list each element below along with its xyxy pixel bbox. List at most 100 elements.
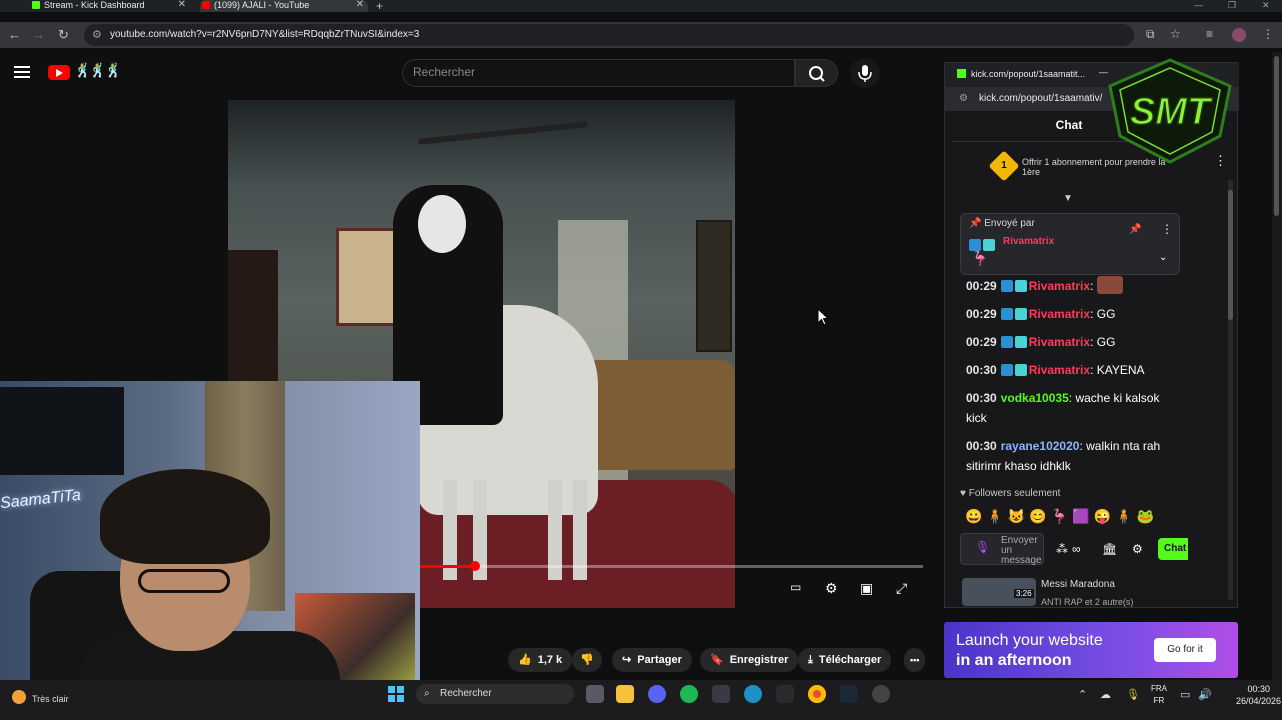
microphone-icon[interactable]: 🎙: [1126, 688, 1140, 701]
share-button[interactable]: ↪ Partager: [612, 648, 692, 672]
media-controls-icon[interactable]: ≡: [1206, 27, 1213, 41]
message-user[interactable]: Rivamatrix: [1029, 335, 1090, 349]
youtube-doodle-icon[interactable]: 🕺🕺🕺: [74, 62, 122, 79]
menu-icon[interactable]: [14, 66, 30, 78]
message-time: 00:29: [966, 279, 997, 293]
taskbar-search[interactable]: ⌕ Rechercher: [416, 684, 574, 704]
collapse-icon[interactable]: ▼: [1063, 193, 1073, 204]
ad-cta-button[interactable]: Go for it: [1154, 638, 1216, 662]
back-icon[interactable]: ←: [8, 27, 21, 42]
sub-gift-badge-icon[interactable]: 1: [988, 150, 1020, 182]
store-icon[interactable]: [712, 685, 730, 703]
tab-youtube[interactable]: (1099) AJALI - YouTube ✕: [200, 0, 368, 12]
new-tab-button[interactable]: +: [376, 0, 383, 13]
reload-icon[interactable]: ↻: [58, 27, 69, 43]
site-info-icon[interactable]: ⚙: [92, 28, 102, 41]
message-user[interactable]: rayane102020: [1001, 439, 1080, 453]
chat-input-placeholder: Envoyer un message: [1001, 535, 1042, 566]
forward-icon[interactable]: →: [32, 27, 45, 42]
more-actions-button[interactable]: •••: [904, 648, 926, 672]
advertisement[interactable]: Launch your website in an afternoon Go f…: [944, 622, 1238, 678]
thumbs-up-icon: 👍: [518, 654, 532, 666]
subtitles-icon[interactable]: ▭: [790, 580, 801, 594]
volume-icon[interactable]: 🔊: [1198, 688, 1212, 701]
kick-favicon-icon: [32, 1, 40, 9]
followers-only-text: Followers seulement: [968, 488, 1061, 499]
weather-text[interactable]: Très clair: [32, 694, 69, 704]
discord-icon[interactable]: [648, 685, 666, 703]
download-button[interactable]: ⤓ Télécharger: [798, 648, 892, 672]
voice-search-button[interactable]: [850, 58, 880, 88]
network-icon[interactable]: ▭: [1180, 688, 1190, 701]
weather-icon[interactable]: [12, 690, 26, 704]
tab-close-icon[interactable]: ✕: [178, 0, 186, 10]
tab-close-icon[interactable]: ✕: [356, 0, 364, 10]
language-indicator[interactable]: FRA FR: [1150, 683, 1168, 707]
tab-kick-dashboard[interactable]: Stream - Kick Dashboard ✕: [30, 0, 190, 12]
save-button[interactable]: 🔖 Enregistrer: [700, 648, 799, 672]
edge-icon[interactable]: [744, 685, 762, 703]
like-button[interactable]: 👍 1,7 k: [508, 648, 573, 672]
related-title[interactable]: Messi Maradona: [1041, 579, 1115, 590]
taskbar-search-label: Rechercher: [440, 688, 492, 699]
chat-input[interactable]: 🎙 Envoyer un message: [960, 533, 1044, 566]
search-input[interactable]: [413, 65, 783, 79]
bookmark-star-icon[interactable]: ☆: [1170, 27, 1181, 41]
maximize-icon[interactable]: ❐: [1228, 0, 1236, 11]
pinned-message[interactable]: 📌 Envoyé par Rivamatrix 🦩 📌 ⋮ ⌄: [960, 213, 1180, 275]
store-icon[interactable]: 🏛: [1102, 542, 1117, 556]
steam-icon[interactable]: [840, 685, 858, 703]
bookmark-icon: 🔖: [710, 654, 724, 666]
taskbar-clock[interactable]: 00:30 26/04/2026: [1236, 683, 1281, 707]
minimize-icon[interactable]: —: [1194, 0, 1203, 10]
page-scrollbar[interactable]: [1272, 52, 1282, 680]
microphone-icon[interactable]: 🎙: [975, 541, 990, 553]
chat-message: 00:30 rayane102020: walkin nta rah sitiri…: [966, 439, 1161, 473]
cast-icon[interactable]: ⧉: [1146, 27, 1155, 42]
site-info-icon[interactable]: ⚙: [959, 93, 968, 104]
message-user[interactable]: Rivamatrix: [1029, 307, 1090, 321]
settings-gear-icon[interactable]: ⚙: [825, 580, 838, 597]
settings-gear-icon[interactable]: ⚙: [1132, 542, 1143, 556]
dislike-button[interactable]: 👎: [572, 648, 602, 672]
emote-bar[interactable]: 😀🧍😺😊🦩🟪😜🧍🐸: [965, 508, 1158, 525]
infinity-icon[interactable]: ∞: [1072, 542, 1081, 556]
message-user[interactable]: Rivamatrix: [1029, 279, 1090, 293]
search-icon: [809, 66, 825, 82]
keyboard-code: FR: [1153, 696, 1165, 705]
chat-scrollbar-thumb[interactable]: [1228, 190, 1233, 320]
profile-avatar[interactable]: [1232, 28, 1246, 42]
fullscreen-icon[interactable]: ⤢: [896, 580, 907, 597]
cloud-icon[interactable]: ☁: [1100, 688, 1111, 701]
windows-start-icon[interactable]: [388, 686, 404, 702]
url-text[interactable]: youtube.com/watch?v=r2NV6pnD7NY&list=RDq…: [110, 29, 419, 40]
theater-mode-icon[interactable]: ▣: [860, 580, 873, 597]
app-icon[interactable]: [776, 685, 794, 703]
search-button[interactable]: [795, 59, 838, 87]
omnibox[interactable]: ⚙ youtube.com/watch?v=r2NV6pnD7NY&list=R…: [84, 24, 1134, 46]
chrome-menu-icon[interactable]: ⋮: [1262, 27, 1274, 41]
pinned-user[interactable]: Rivamatrix: [1003, 236, 1054, 247]
file-explorer-icon[interactable]: [616, 685, 634, 703]
sofa: [583, 360, 735, 470]
emote-picker-icon[interactable]: ⁂: [1056, 542, 1068, 556]
youtube-logo[interactable]: [48, 65, 70, 80]
more-icon[interactable]: ⋮: [1161, 222, 1173, 236]
chat-scrollbar[interactable]: [1228, 180, 1233, 600]
message-user[interactable]: Rivamatrix: [1029, 363, 1090, 377]
message-text: GG: [1096, 335, 1116, 349]
chevron-up-icon[interactable]: ⌃: [1078, 688, 1087, 701]
spotify-icon[interactable]: [680, 685, 698, 703]
page-scrollbar-thumb[interactable]: [1274, 56, 1279, 216]
window-close-icon[interactable]: ✕: [1262, 0, 1270, 11]
message-user[interactable]: vodka10035: [1001, 391, 1069, 405]
chevron-down-icon[interactable]: ⌄: [1159, 252, 1167, 263]
send-chat-button[interactable]: Chat: [1158, 538, 1188, 560]
pin-icon[interactable]: 📌: [1129, 224, 1141, 235]
task-view-icon[interactable]: [586, 685, 604, 703]
chrome-icon[interactable]: [808, 685, 826, 703]
video-progress-bar[interactable]: [420, 561, 923, 571]
screen: { "browser": { "tabs": [ {"label": "Stre…: [0, 0, 1282, 720]
chat-message: 00:30 Rivamatrix: KAYENA: [966, 363, 1145, 377]
app-icon[interactable]: [872, 685, 890, 703]
